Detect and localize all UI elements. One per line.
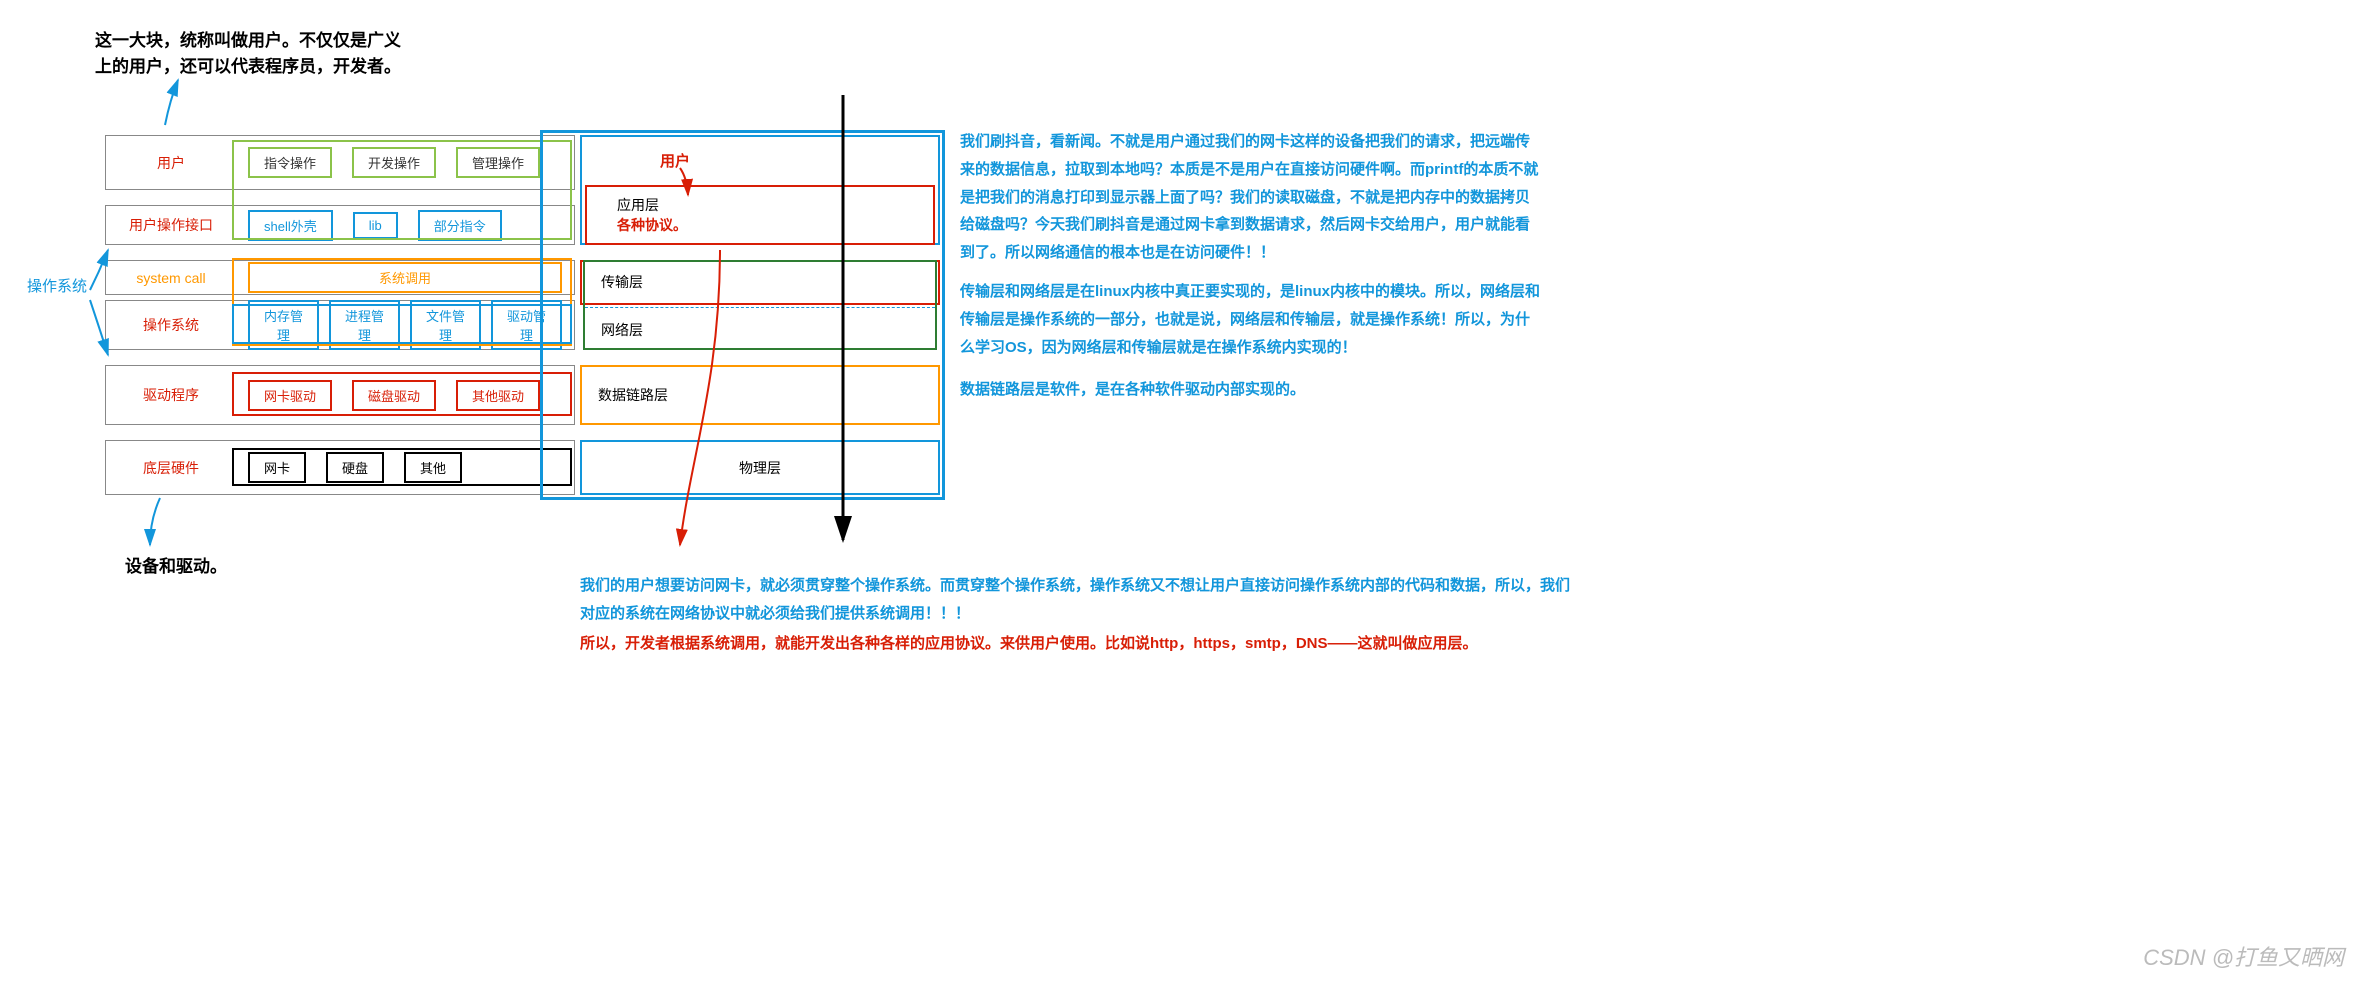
layer-app-title: 应用层 — [617, 195, 659, 215]
box-diskdrv: 磁盘驱动 — [352, 380, 436, 411]
box-net: 网卡 — [248, 452, 306, 483]
box-otherdrv: 其他驱动 — [456, 380, 540, 411]
box-syscall: 系统调用 — [248, 262, 562, 293]
row-interface: 用户操作接口 shell外壳 lib 部分指令 — [105, 205, 575, 245]
anno-link-layer: 数据链路层是软件，是在各种软件驱动内部实现的。 — [960, 376, 1540, 404]
row-user: 用户 指令操作 开发操作 管理操作 — [105, 135, 575, 190]
layer-app: 应用层 各种协议。 — [585, 185, 935, 245]
row-syscall-label: system call — [106, 270, 236, 286]
box-dev-op: 开发操作 — [352, 147, 436, 178]
row-hw: 底层硬件 网卡 硬盘 其他 — [105, 440, 575, 495]
arrow-devices — [150, 498, 160, 545]
row-hw-boxes: 网卡 硬盘 其他 — [236, 442, 574, 493]
row-os: 操作系统 内存管理 进程管理 文件管理 驱动管理 — [105, 300, 575, 350]
box-drv: 驱动管理 — [491, 300, 562, 350]
box-mem: 内存管理 — [248, 300, 319, 350]
watermark: CSDN @打鱼又晒网 — [2143, 940, 2344, 972]
row-driver-boxes: 网卡驱动 磁盘驱动 其他驱动 — [236, 370, 574, 421]
row-interface-label: 用户操作接口 — [106, 215, 236, 235]
row-driver-label: 驱动程序 — [106, 385, 236, 405]
box-file: 文件管理 — [410, 300, 481, 350]
row-interface-boxes: shell外壳 lib 部分指令 — [236, 205, 574, 246]
anno-kernel-layers: 传输层和网络层是在linux内核中真正要实现的，是linux内核中的模块。所以，… — [960, 278, 1540, 361]
box-mgmt-op: 管理操作 — [456, 147, 540, 178]
box-cmds: 部分指令 — [418, 210, 502, 241]
devices-drivers-label: 设备和驱动。 — [125, 552, 227, 577]
layer-phys-label: 物理层 — [739, 458, 781, 478]
bottom-anno-syscall: 我们的用户想要访问网卡，就必须贯穿整个操作系统。而贯穿整个操作系统，操作系统又不… — [580, 572, 1570, 628]
box-proc: 进程管理 — [329, 300, 400, 350]
arrow-heading — [165, 80, 178, 125]
layer-app-sub: 各种协议。 — [617, 215, 687, 235]
box-disk: 硬盘 — [326, 452, 384, 483]
layer-link-label: 数据链路层 — [598, 385, 668, 405]
box-lib: lib — [353, 212, 398, 239]
os-side-label: 操作系统 — [27, 275, 87, 296]
heading-line1: 这一大块，统称叫做用户。不仅仅是广义 — [95, 31, 401, 50]
row-driver: 驱动程序 网卡驱动 磁盘驱动 其他驱动 — [105, 365, 575, 425]
box-shell: shell外壳 — [248, 210, 333, 241]
bottom-anno-app-protocols: 所以，开发者根据系统调用，就能开发出各种各样的应用协议。来供用户使用。比如说ht… — [580, 630, 1570, 658]
layer-net-label: 网络层 — [601, 320, 643, 340]
row-user-label: 用户 — [106, 153, 236, 173]
heading-user-block: 这一大块，统称叫做用户。不仅仅是广义 上的用户，还可以代表程序员，开发者。 — [95, 28, 445, 79]
layer-phys: 物理层 — [580, 440, 940, 495]
box-cmd-op: 指令操作 — [248, 147, 332, 178]
anno-hardware-access: 我们刷抖音，看新闻。不就是用户通过我们的网卡这样的设备把我们的请求，把远端传来的… — [960, 128, 1540, 267]
row-os-label: 操作系统 — [106, 315, 236, 335]
heading-line2: 上的用户，还可以代表程序员，开发者。 — [95, 57, 401, 76]
box-other: 其他 — [404, 452, 462, 483]
box-netdrv: 网卡驱动 — [248, 380, 332, 411]
layer-divider-dash — [585, 307, 935, 308]
layer-link: 数据链路层 — [580, 365, 940, 425]
layer-trans-label: 传输层 — [601, 272, 643, 292]
row-hw-label: 底层硬件 — [106, 458, 236, 478]
row-user-boxes: 指令操作 开发操作 管理操作 — [236, 137, 574, 188]
row-os-boxes: 内存管理 进程管理 文件管理 驱动管理 — [236, 290, 574, 360]
layer-trans-net-green: 传输层 网络层 — [583, 260, 937, 350]
